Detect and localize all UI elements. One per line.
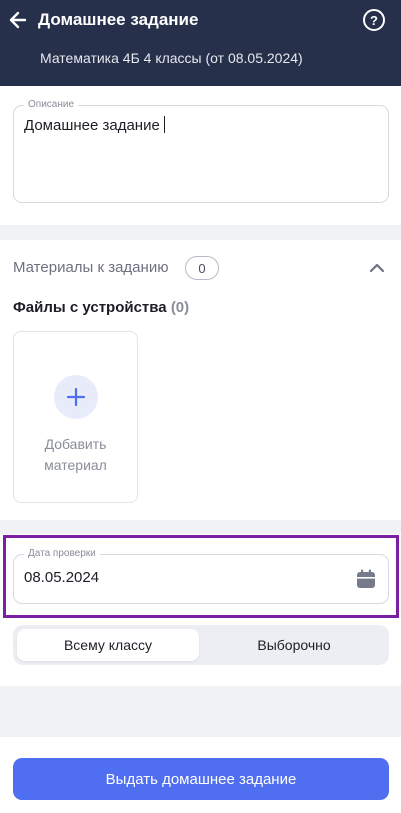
lesson-subtitle: Математика 4Б 4 классы (от 08.05.2024) [40,50,303,66]
materials-label: Материалы к заданию [13,259,169,276]
assign-homework-button[interactable]: Выдать домашнее задание [13,758,389,800]
arrow-left-icon [9,11,27,29]
device-files-title: Файлы с устройства (0) [13,299,189,316]
app-header: Домашнее задание ? Математика 4Б 4 класс… [0,0,401,86]
add-material-line1: Добавить [44,436,107,452]
chevron-up-icon[interactable] [367,258,387,278]
highlight-box [3,535,399,618]
add-material-label: Добавить материал [14,434,137,476]
plus-button [54,375,98,419]
segment-selective[interactable]: Выборочно [203,629,385,661]
device-files-count: (0) [170,299,190,316]
materials-card: Материалы к заданию 0 Файлы с устройства… [0,240,401,520]
description-value-wrap: Домашнее задание [24,116,165,134]
bottom-bar: Выдать домашнее задание [0,737,401,813]
plus-icon [66,387,86,407]
description-card: Описание Домашнее задание [0,86,401,225]
description-value: Домашнее задание [24,117,160,134]
materials-count-badge: 0 [185,256,219,280]
description-label: Описание [24,99,79,110]
add-material-button[interactable]: Добавить материал [13,331,138,503]
assign-segmented-control: Всему классу Выборочно [13,625,389,665]
help-icon: ? [370,12,378,28]
description-field[interactable]: Описание Домашнее задание [13,99,389,203]
page-title: Домашнее задание [38,10,199,29]
add-material-line2: материал [44,457,107,473]
back-button[interactable] [6,8,30,32]
segment-whole-class[interactable]: Всему классу [17,629,199,661]
device-files-label: Файлы с устройства [13,299,167,316]
text-cursor [163,116,165,133]
help-button[interactable]: ? [363,9,385,31]
